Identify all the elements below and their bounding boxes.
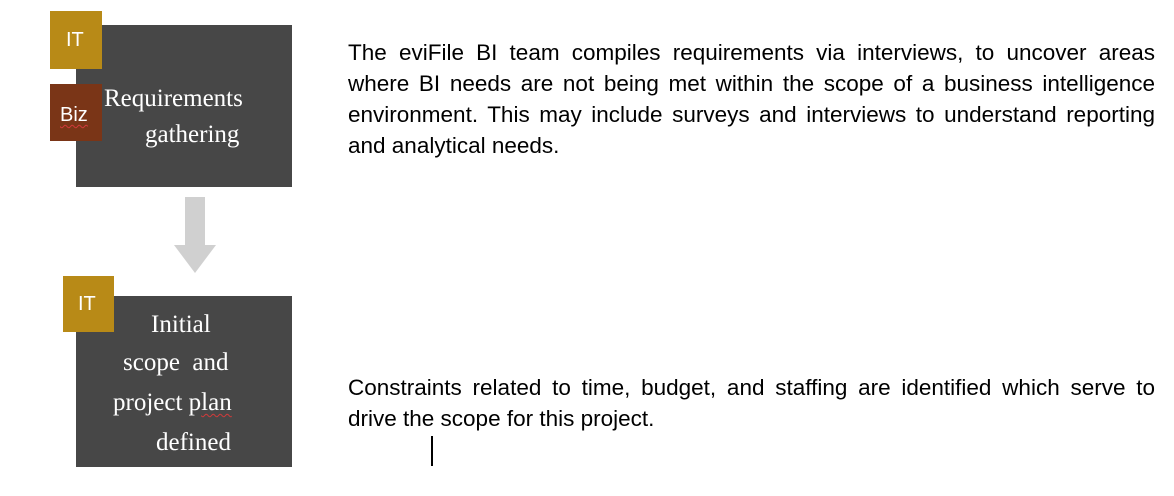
- step-requirements-gathering: Requirements gathering: [76, 25, 292, 187]
- it-tag: IT: [50, 11, 102, 69]
- step-1-line-2: gathering: [145, 121, 240, 148]
- step-2-line-3b: lan: [201, 389, 232, 416]
- text-cursor: [431, 436, 433, 466]
- step-2-line-2: scope and: [123, 349, 229, 376]
- biz-tag: Biz: [50, 84, 102, 141]
- down-arrow-shape: [174, 197, 216, 273]
- description-requirements: The eviFile BI team compiles requirement…: [348, 40, 1155, 158]
- step-2-line-1: Initial: [151, 311, 211, 338]
- biz-tag-label: Biz: [60, 104, 88, 126]
- step-2-line-3a: project p: [113, 389, 202, 416]
- step-2-line-4: defined: [156, 429, 231, 456]
- step-1-line-1: Requirements: [104, 85, 243, 112]
- step-2-line-3: project plan: [113, 384, 232, 422]
- it-tag-2: IT: [63, 276, 114, 332]
- down-arrow-icon: [174, 197, 216, 273]
- description-constraints: Constraints related to time, budget, and…: [348, 375, 1155, 431]
